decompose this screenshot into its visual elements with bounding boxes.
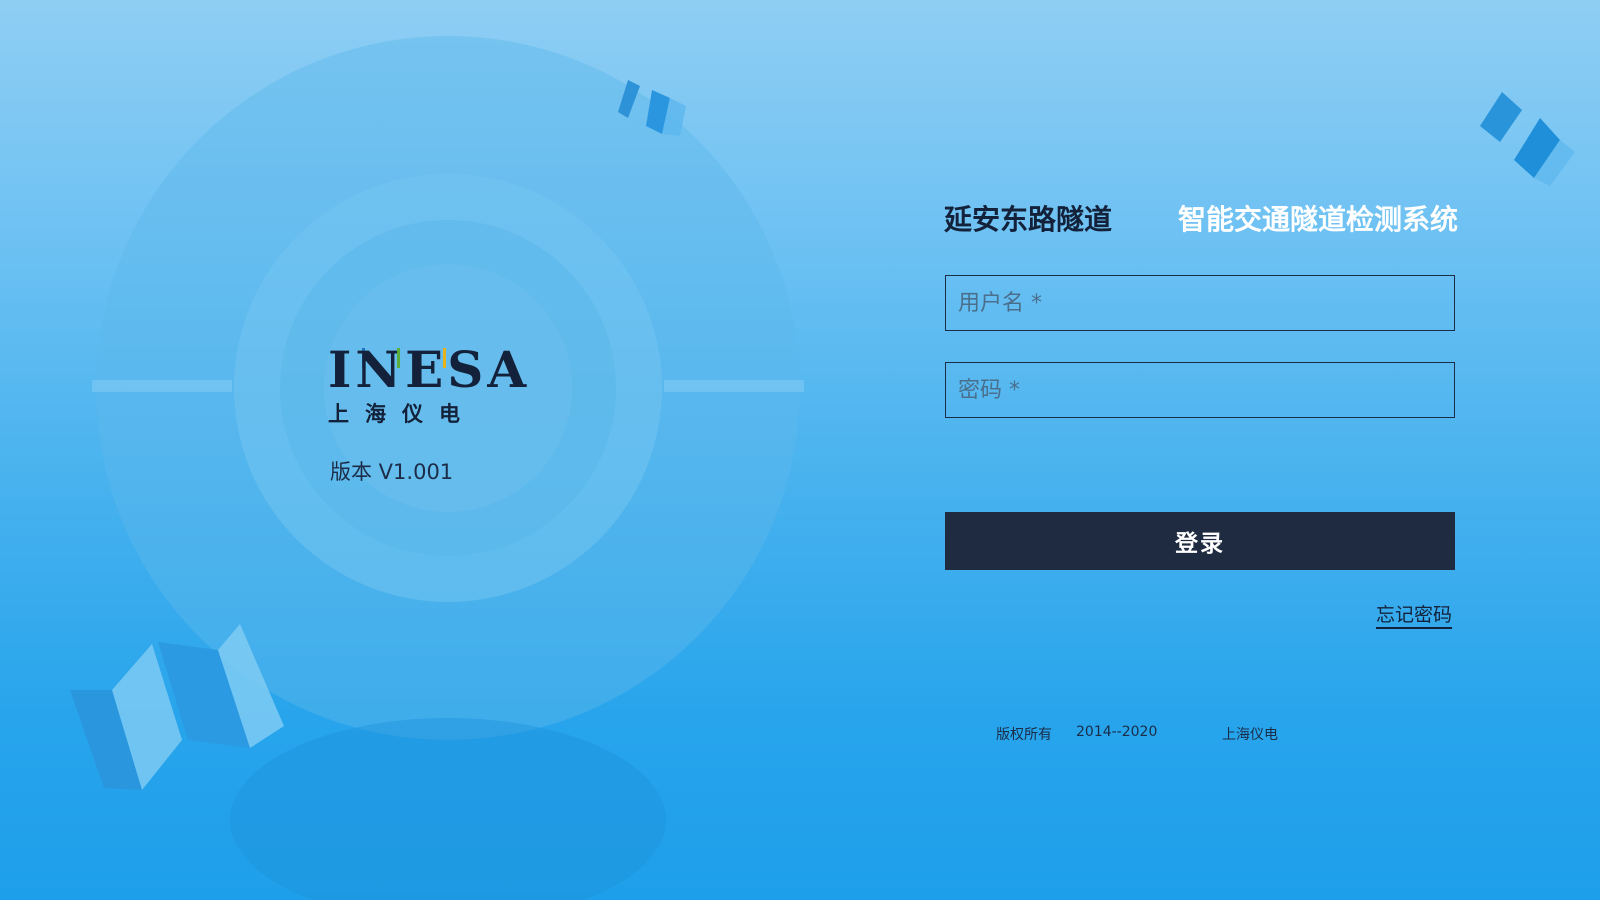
version-label: 版本 V1.001 (330, 460, 454, 484)
logo-wordmark: I N E S A (328, 340, 588, 399)
footer-years: 2014--2020 (1076, 724, 1158, 740)
username-input[interactable] (945, 275, 1455, 331)
bottom-left-block-graphic (70, 624, 284, 790)
logo-letter-e: E (405, 340, 448, 399)
logo-letter-s: S (447, 340, 488, 399)
system-name: 智能交通隧道检测系统 (1177, 203, 1458, 236)
footer-company: 上海仪电 (1222, 727, 1278, 743)
top-block-graphic (618, 80, 686, 136)
tunnel-name: 延安东路隧道 (944, 203, 1113, 236)
logo-letter-a: A (487, 340, 531, 399)
login-button[interactable]: 登录 (945, 512, 1455, 570)
logo-tick-green (397, 348, 401, 368)
page-title: 延安东路隧道 智能交通隧道检测系统 (944, 198, 1458, 238)
background-decoration (70, 36, 1575, 900)
logo-chinese-name: 上海仪电 (328, 402, 476, 426)
logo-letter-i1: I (328, 345, 365, 395)
logo-tick-yellow (443, 348, 447, 368)
footer: 版权所有 2014--2020 上海仪电 (996, 724, 1278, 744)
top-right-block-graphic (1480, 92, 1575, 186)
forgot-password-link[interactable]: 忘记密码 (1376, 604, 1453, 629)
base-ellipse-graphic (230, 718, 666, 900)
password-input[interactable] (945, 362, 1455, 418)
logo-letter-n: N (355, 340, 406, 399)
footer-copyright: 版权所有 (996, 727, 1052, 743)
inesa-logo: I N E S A 上海仪电 (328, 340, 588, 428)
